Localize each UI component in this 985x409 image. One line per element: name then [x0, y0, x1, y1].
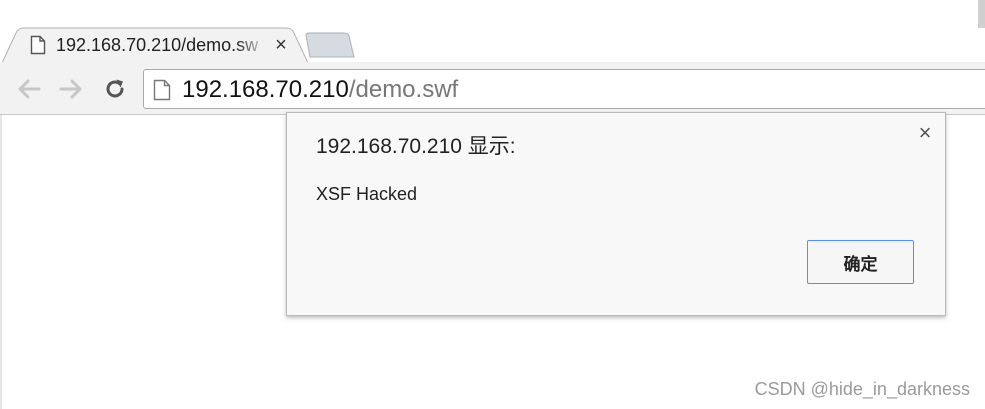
back-button[interactable]	[14, 74, 44, 104]
forward-arrow-icon	[59, 79, 82, 99]
new-tab-icon[interactable]	[304, 32, 356, 58]
url-path: /demo.swf	[348, 76, 459, 103]
reload-icon	[106, 79, 124, 98]
page-icon	[153, 79, 171, 101]
forward-button[interactable]	[56, 74, 86, 104]
reload-button[interactable]	[100, 74, 130, 104]
address-url[interactable]: 192.168.70.210/demo.swf	[182, 76, 458, 104]
tab-close-icon[interactable]: ×	[272, 35, 290, 55]
page-content-edge	[0, 115, 2, 409]
window-edge	[978, 0, 985, 28]
ok-button[interactable]: 确定	[807, 240, 914, 284]
url-host: 192.168.70.210	[182, 76, 349, 103]
close-icon[interactable]: ×	[914, 122, 936, 144]
tab-title: 192.168.70.210/demo.sw	[56, 35, 259, 55]
page-icon	[30, 35, 46, 55]
alert-title: 192.168.70.210 显示:	[316, 135, 516, 158]
back-arrow-icon	[18, 79, 41, 99]
alert-message: XSF Hacked	[316, 184, 418, 204]
watermark: CSDN @hide_in_darkness	[754, 379, 970, 399]
